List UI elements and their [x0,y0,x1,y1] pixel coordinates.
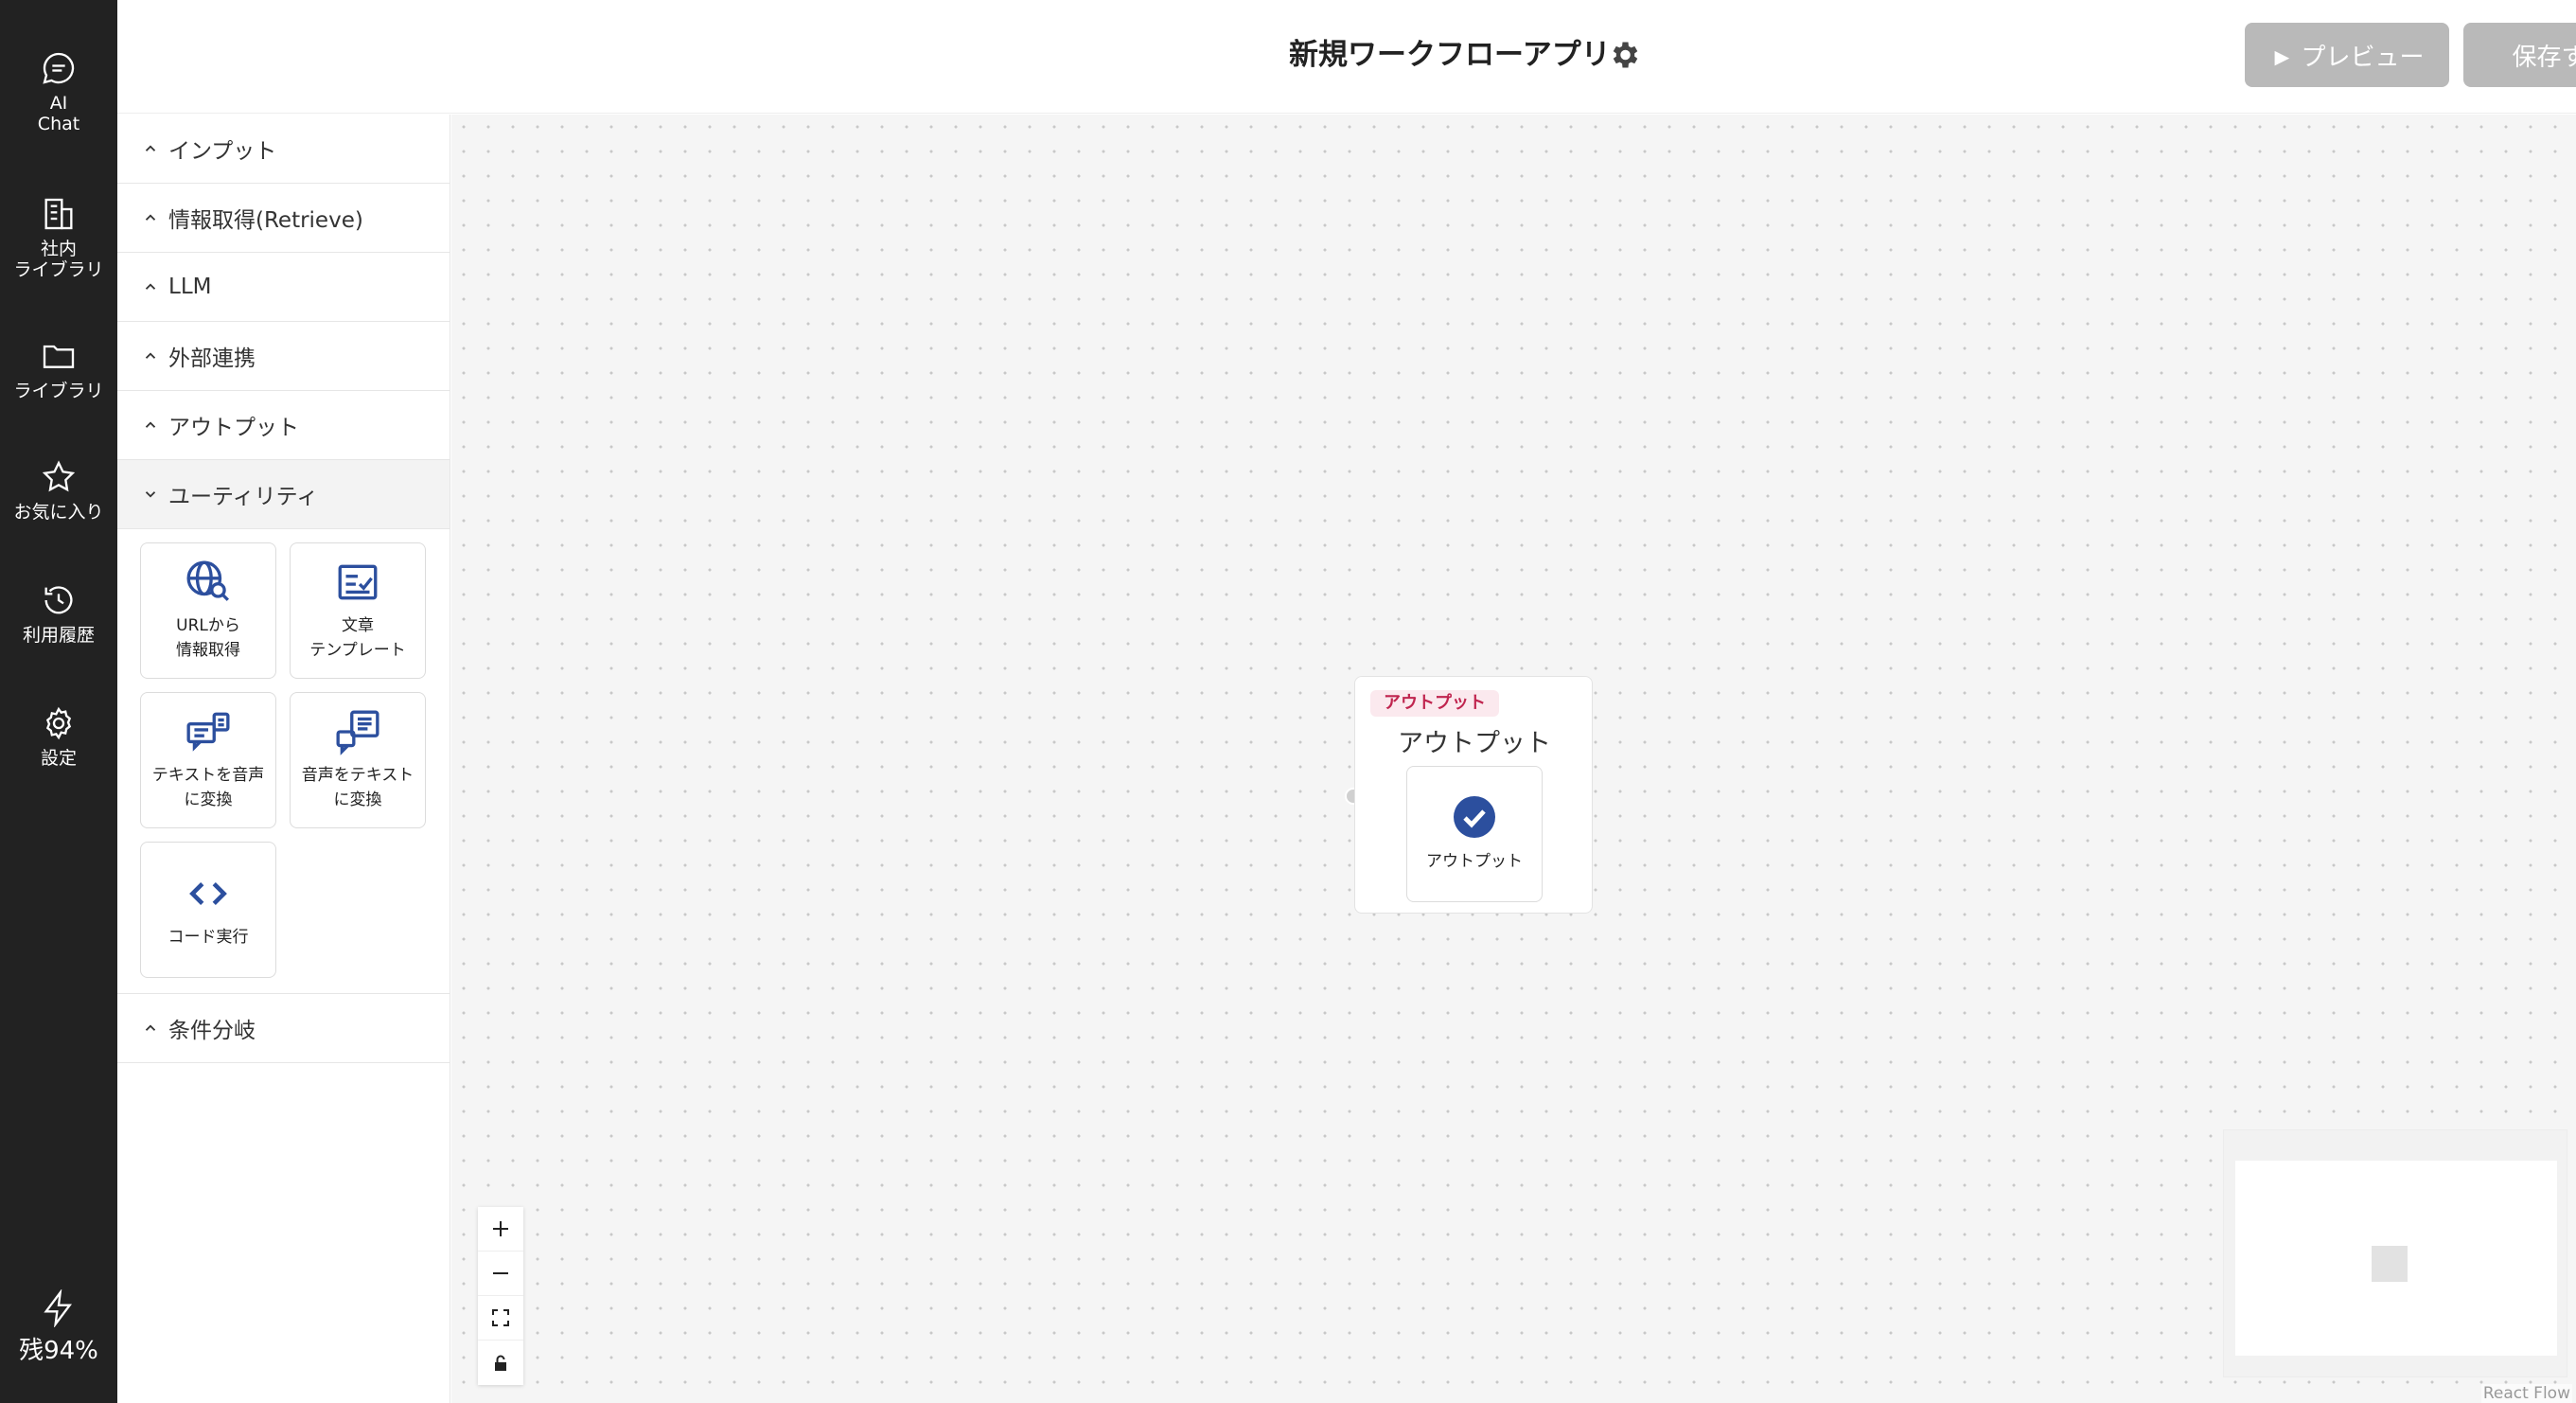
chat-bubble-icon [43,52,75,84]
lock-icon [495,1355,506,1371]
rail-item-label: 社内 ライブラリ [13,239,104,280]
chevron-up-icon [145,214,156,221]
tile-text-to-speech[interactable]: テキストを音声 に変換 [140,692,276,828]
rail-item-label: AI Chat [37,93,80,134]
minus-icon [493,1272,508,1274]
usage-quota: 残94% [0,1289,117,1365]
chevron-down-icon [145,491,156,498]
usage-quota-label: 残94% [19,1337,98,1365]
building-icon [44,198,73,230]
tile-label: テキストを音声 に変換 [151,766,265,809]
workflow-canvas[interactable]: アウトプット アウトプット アウトプット React Flow [451,115,2576,1403]
fit-view-button[interactable] [478,1296,523,1341]
tile-code-exec[interactable]: コード実行 [140,842,276,978]
rail-item-label: お気に入り [13,502,104,523]
chevron-up-icon [145,421,156,428]
lock-button[interactable] [478,1341,523,1385]
tile-text-template[interactable]: 文章 テンプレート [290,542,426,679]
category-label: ユーティリティ [168,485,319,509]
preview-button[interactable]: ► プレビュー [2245,23,2449,87]
history-icon [44,586,73,614]
category-external[interactable]: 外部連携 [117,322,450,391]
category-label: 外部連携 [168,346,256,371]
folder-icon [43,345,75,368]
speech-to-text-icon [336,710,379,755]
code-icon [189,881,227,906]
category-retrieve[interactable]: 情報取得(Retrieve) [117,184,450,253]
chevron-up-icon [145,1024,156,1031]
star-icon [42,460,76,492]
output-node[interactable]: アウトプット アウトプット アウトプット [1354,676,1593,914]
fit-view-icon [492,1309,509,1326]
chevron-up-icon [145,283,156,290]
node-output-item[interactable]: アウトプット [1406,766,1543,902]
rail-item-settings[interactable]: 設定 [0,704,117,769]
save-button[interactable]: 保存する [2463,23,2576,87]
node-type-badge: アウトプット [1370,690,1499,717]
rail-item-history[interactable]: 利用履歴 [0,581,117,646]
app-header: 新規ワークフローアプリ ► プレビュー 保存する [117,0,2576,114]
node-palette: インプット 情報取得(Retrieve) LLM 外部連携 アウトプット ユーテ… [117,115,450,1403]
tile-label: URLから 情報取得 [176,616,240,660]
gear-icon [45,706,72,740]
rail-item-label: ライブラリ [13,381,104,401]
tile-label: 文章 テンプレート [309,616,406,660]
text-to-speech-icon [186,712,230,752]
react-flow-attribution[interactable]: React Flow [2480,1384,2572,1403]
tile-speech-to-text[interactable]: 音声をテキスト に変換 [290,692,426,828]
rail-item-library[interactable]: ライブラリ [0,337,117,401]
plus-icon [493,1221,508,1236]
document-check-icon [338,564,378,600]
category-label: アウトプット [168,416,299,440]
category-utility[interactable]: ユーティリティ [117,460,450,529]
minimap[interactable] [2223,1129,2567,1377]
category-label: 情報取得(Retrieve) [168,208,363,233]
node-item-label: アウトプット [1426,852,1523,871]
minimap-node [2372,1246,2408,1282]
canvas-controls [478,1207,523,1385]
zoom-in-button[interactable] [478,1207,523,1252]
rail-item-company-library[interactable]: 社内 ライブラリ [0,195,117,280]
lightning-icon [44,1289,72,1327]
rail-item-label: 設定 [40,748,77,769]
page-title: 新規ワークフローアプリ [1289,38,1611,72]
chevron-up-icon [145,352,156,359]
rail-item-favorites[interactable]: お気に入り [0,458,117,523]
utility-tiles: URLから 情報取得 文章 テンプレート テキストを音声 に変換 音声をテキスト… [117,529,450,994]
category-label: インプット [168,139,277,164]
rail-item-label: 利用履歴 [22,625,95,646]
globe-search-icon [186,560,230,601]
minimap-viewport [2235,1161,2557,1356]
category-input[interactable]: インプット [117,115,450,184]
category-llm[interactable]: LLM [117,253,450,322]
left-rail: AI Chat 社内 ライブラリ ライブラリ お気に入り 利用履歴 設定 残94… [0,0,117,1403]
tile-label: コード実行 [168,928,249,947]
node-title: アウトプット [1398,729,1551,758]
rail-item-ai-chat[interactable]: AI Chat [0,49,117,134]
category-output[interactable]: アウトプット [117,391,450,460]
chevron-up-icon [145,145,156,151]
gear-icon[interactable] [1607,38,1641,72]
category-branch[interactable]: 条件分岐 [117,994,450,1063]
category-label: LLM [168,275,212,299]
check-circle-icon [1454,796,1495,838]
tile-url-retrieve[interactable]: URLから 情報取得 [140,542,276,679]
tile-label: 音声をテキスト に変換 [301,766,415,809]
zoom-out-button[interactable] [478,1252,523,1296]
category-label: 条件分岐 [168,1019,256,1043]
